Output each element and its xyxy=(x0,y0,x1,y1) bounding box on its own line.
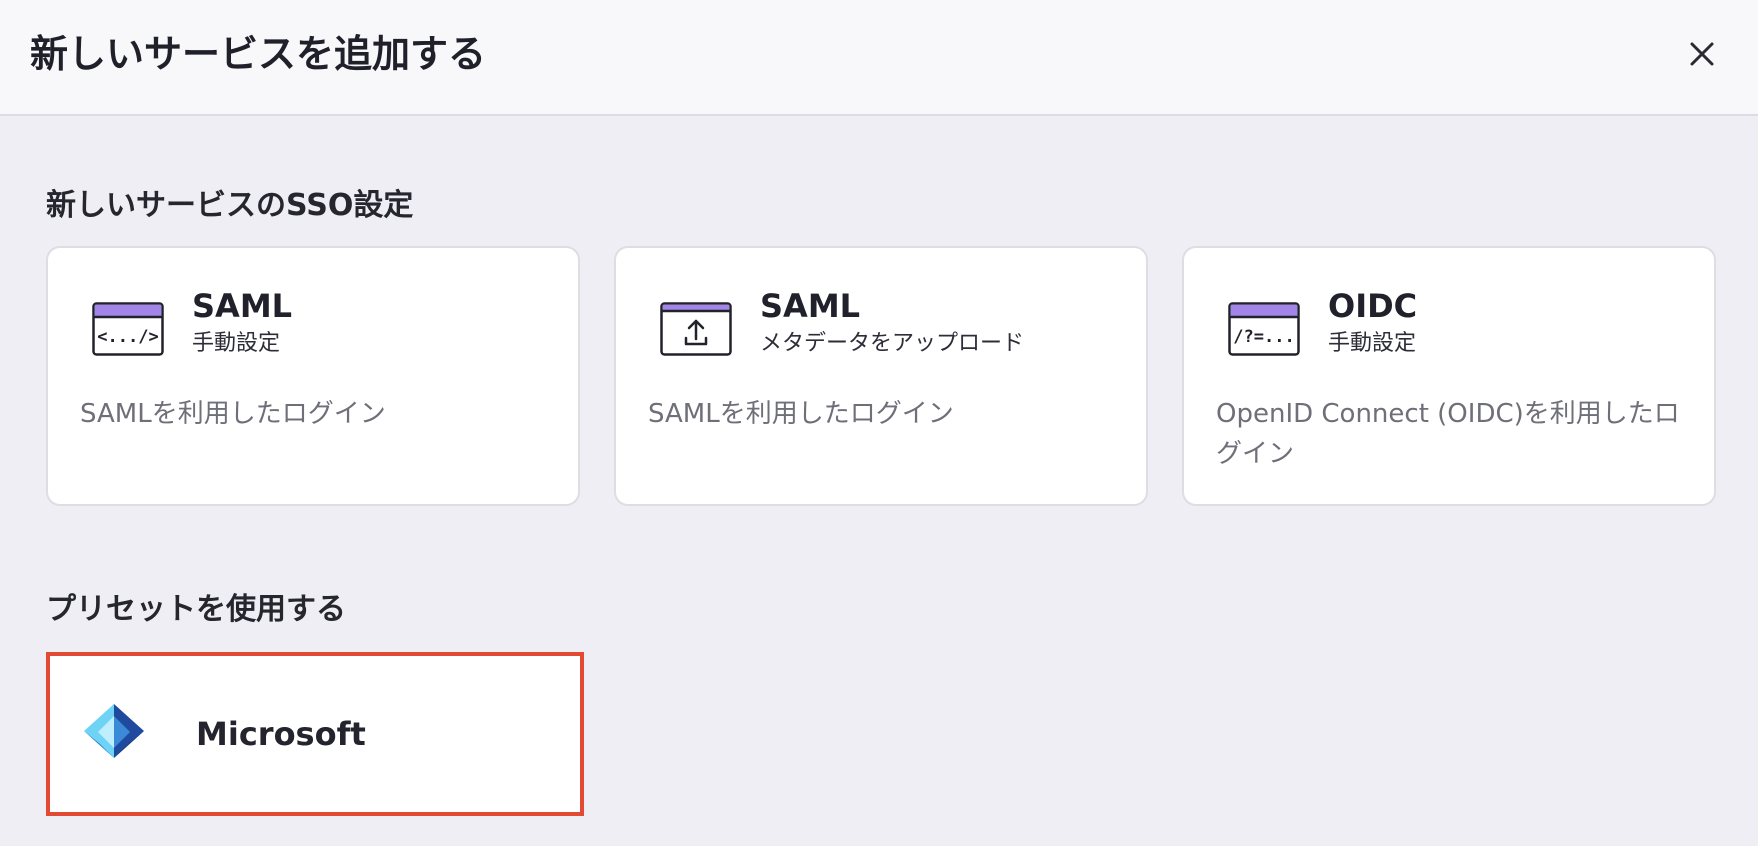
sso-section-title: 新しいサービスのSSO設定 xyxy=(46,188,414,223)
card-subtitle: 手動設定 xyxy=(192,331,281,356)
oidc-manual-card[interactable]: /?=... OIDC 手動設定 OpenID Connect (OIDC)を利… xyxy=(1182,246,1716,506)
card-title: SAML xyxy=(192,287,293,325)
card-subtitle: 手動設定 xyxy=(1328,331,1417,356)
preset-section-title: プリセットを使用する xyxy=(46,592,346,627)
close-icon xyxy=(1690,42,1714,66)
code-window-icon: <.../> xyxy=(92,302,164,356)
card-title: SAML xyxy=(760,287,861,325)
card-subtitle: メタデータをアップロード xyxy=(760,331,1025,356)
close-button[interactable] xyxy=(1682,34,1722,74)
modal-title: 新しいサービスを追加する xyxy=(30,32,487,76)
modal-header: 新しいサービスを追加する xyxy=(0,0,1758,116)
microsoft-entra-icon xyxy=(82,702,146,760)
preset-label: Microsoft xyxy=(196,715,366,753)
saml-manual-card[interactable]: <.../> SAML 手動設定 SAMLを利用したログイン xyxy=(46,246,580,506)
upload-window-icon xyxy=(660,302,732,356)
query-window-icon-text: /?=... xyxy=(1233,327,1294,347)
query-window-icon: /?=... xyxy=(1228,302,1300,356)
card-description: OpenID Connect (OIDC)を利用したログイン xyxy=(1216,399,1680,469)
card-title: OIDC xyxy=(1328,287,1418,325)
saml-metadata-card[interactable]: SAML メタデータをアップロード SAMLを利用したログイン xyxy=(614,246,1148,506)
code-window-icon-text: <.../> xyxy=(97,327,158,347)
preset-microsoft-card[interactable]: Microsoft xyxy=(46,652,584,816)
card-description: SAMLを利用したログイン xyxy=(648,399,954,429)
card-description: SAMLを利用したログイン xyxy=(80,399,386,429)
